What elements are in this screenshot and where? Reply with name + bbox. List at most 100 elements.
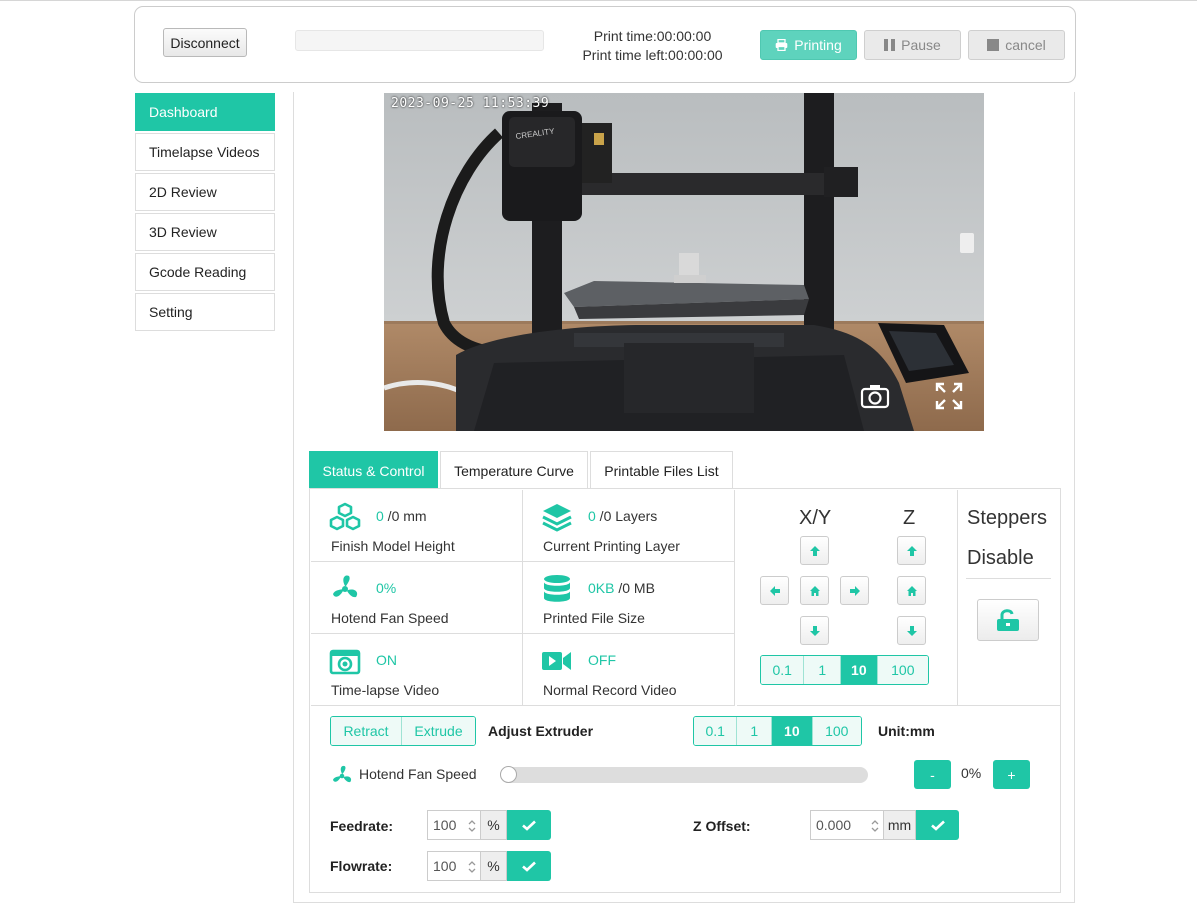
spinner-icon	[468, 820, 476, 832]
layers-icon	[542, 504, 572, 532]
extrude-step-100[interactable]: 100	[812, 717, 861, 745]
retract-button[interactable]: Retract	[331, 717, 403, 745]
z-axis-label: Z	[903, 507, 916, 529]
tab-printable-files[interactable]: Printable Files List	[590, 451, 733, 489]
extrude-button[interactable]: Extrude	[402, 717, 475, 745]
extrude-step-0-1[interactable]: 0.1	[694, 717, 738, 745]
feedrate-apply-button[interactable]	[507, 810, 551, 840]
z-offset-control: 0.000 mm	[810, 810, 959, 840]
unlock-icon	[997, 609, 1019, 631]
file-size-value: 0KB	[588, 580, 615, 596]
home-xy-button[interactable]	[800, 576, 829, 605]
printing-label: Printing	[794, 37, 842, 53]
stat-normal-record: OFF Normal Record Video	[523, 634, 735, 706]
fan-icon	[333, 765, 352, 783]
camera-feed: CREALITY 2023-09-25 11:53:39	[384, 93, 984, 431]
sidebar-item-dashboard[interactable]: Dashboard	[135, 93, 275, 131]
check-icon	[522, 861, 536, 872]
sidebar-item-gcode-reading[interactable]: Gcode Reading	[135, 253, 275, 291]
fan-speed-value: 0%	[376, 580, 397, 596]
fan-speed-label: Hotend Fan Speed	[331, 610, 449, 626]
steppers-title: Steppers	[967, 507, 1048, 529]
feedrate-control: 100 %	[427, 810, 551, 840]
sidebar-nav: Dashboard Timelapse Videos 2D Review 3D …	[135, 93, 275, 333]
z-offset-value: 0.000	[816, 817, 852, 833]
fan-increase-button[interactable]: +	[993, 760, 1030, 789]
move-step-100[interactable]: 100	[877, 656, 928, 684]
printing-button[interactable]: Printing	[760, 30, 857, 60]
disable-steppers-button[interactable]	[977, 599, 1039, 641]
move-step-selector: 0.1 1 10 100	[760, 655, 929, 685]
z-offset-label: Z Offset:	[693, 818, 751, 834]
cancel-label: cancel	[1005, 37, 1046, 53]
z-offset-apply-button[interactable]	[916, 810, 959, 840]
pause-button[interactable]: Pause	[864, 30, 961, 60]
fullscreen-button[interactable]	[934, 381, 964, 411]
pause-icon	[884, 39, 896, 51]
feedrate-input[interactable]: 100	[427, 810, 481, 840]
tab-temperature-curve[interactable]: Temperature Curve	[440, 451, 588, 489]
move-z-up-button[interactable]	[897, 536, 926, 565]
move-step-0-1[interactable]: 0.1	[761, 656, 805, 684]
feedrate-value: 100	[433, 817, 457, 833]
timelapse-value: ON	[376, 652, 397, 668]
cubes-icon	[329, 502, 361, 531]
sidebar-item-setting[interactable]: Setting	[135, 293, 275, 331]
sidebar-item-2d-review[interactable]: 2D Review	[135, 173, 275, 211]
move-z-down-button[interactable]	[897, 616, 926, 645]
print-time-block: Print time:00:00:00 Print time left:00:0…	[565, 27, 740, 65]
sidebar-item-3d-review[interactable]: 3D Review	[135, 213, 275, 251]
fan-speed-slider[interactable]	[500, 766, 868, 783]
arrow-down-icon	[809, 625, 820, 636]
move-y-down-button[interactable]	[800, 616, 829, 645]
move-step-1[interactable]: 1	[804, 656, 842, 684]
arrow-down-icon	[906, 625, 917, 636]
fan-speed-slider-handle[interactable]	[500, 766, 517, 783]
camera-icon	[329, 649, 361, 675]
sidebar-item-timelapse-videos[interactable]: Timelapse Videos	[135, 133, 275, 171]
move-x-right-button[interactable]	[840, 576, 869, 605]
flowrate-apply-button[interactable]	[507, 851, 551, 881]
extruder-direction: Retract Extrude	[330, 716, 476, 746]
record-value: OFF	[588, 652, 616, 668]
tab-status-control[interactable]: Status & Control	[309, 451, 438, 489]
home-z-button[interactable]	[897, 576, 926, 605]
cancel-button[interactable]: cancel	[968, 30, 1065, 60]
feedrate-unit: %	[481, 810, 507, 840]
flowrate-label: Flowrate:	[330, 858, 393, 874]
xy-axis-label: X/Y	[799, 507, 832, 529]
file-size-total: /0 MB	[614, 580, 655, 596]
adjust-extruder-label: Adjust Extruder	[488, 723, 594, 739]
extrude-step-10[interactable]: 10	[772, 717, 813, 745]
top-divider	[0, 0, 1197, 1]
layer-total: /0 Layers	[595, 508, 658, 524]
fan-control-label: Hotend Fan Speed	[359, 766, 477, 782]
printer-icon	[775, 39, 788, 51]
check-icon	[930, 820, 945, 831]
print-status-bar: Disconnect Print time:00:00:00 Print tim…	[134, 6, 1076, 83]
disconnect-button[interactable]: Disconnect	[163, 28, 247, 57]
snapshot-button[interactable]	[860, 381, 890, 411]
print-progress-bar	[295, 30, 544, 51]
stat-hotend-fan: 0% Hotend Fan Speed	[311, 562, 523, 634]
arrow-right-icon	[849, 585, 860, 596]
move-x-left-button[interactable]	[760, 576, 789, 605]
move-y-up-button[interactable]	[800, 536, 829, 565]
stat-file-size: 0KB /0 MB Printed File Size	[523, 562, 735, 634]
extrude-step-1[interactable]: 1	[737, 717, 773, 745]
print-time-left: Print time left:00:00:00	[582, 47, 723, 63]
z-offset-input[interactable]: 0.000	[810, 810, 884, 840]
move-step-10[interactable]: 10	[841, 656, 878, 684]
print-time: Print time:00:00:00	[593, 28, 712, 44]
steppers-panel: Steppers Disable	[958, 490, 1060, 706]
layer-value: 0	[588, 508, 596, 524]
flowrate-input[interactable]: 100	[427, 851, 481, 881]
fan-decrease-button[interactable]: -	[914, 760, 951, 789]
model-height-total: /0 mm	[383, 508, 427, 524]
flowrate-value: 100	[433, 858, 457, 874]
motion-controls: X/Y Z 0.1 1 10 100	[737, 490, 958, 706]
layer-label: Current Printing Layer	[543, 538, 680, 554]
record-label: Normal Record Video	[543, 682, 677, 698]
extruder-step-selector: 0.1 1 10 100	[693, 716, 862, 746]
camera-snapshot-icon	[860, 385, 890, 409]
